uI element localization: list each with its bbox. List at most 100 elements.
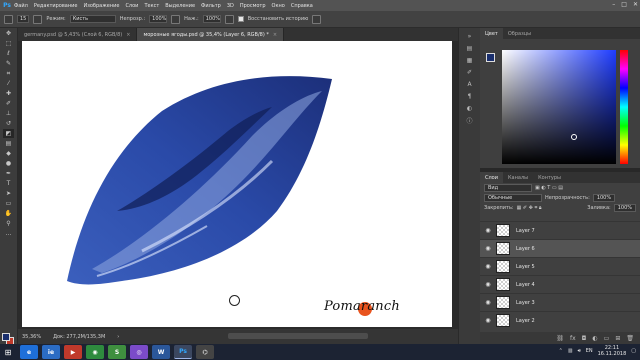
notifications-icon[interactable]: ▢: [631, 348, 636, 354]
hand-tool-icon[interactable]: ✋: [3, 209, 14, 218]
move-tool-icon[interactable]: ✥: [3, 29, 14, 38]
lock-icons[interactable]: ▦ ✐ ✥ ⌗ 🔒︎: [517, 205, 542, 211]
taskbar-ie-icon[interactable]: ie: [42, 345, 60, 359]
menu-3d[interactable]: 3D: [227, 3, 234, 9]
tab-germany[interactable]: germany.psd @ 5,43% (Слой 6, RGB/8) ×: [18, 28, 138, 41]
panel-foreground-swatch[interactable]: [486, 53, 495, 62]
brush-size-picker[interactable]: 15: [17, 15, 30, 23]
status-arrow[interactable]: ›: [117, 334, 119, 340]
taskbar-obs-icon[interactable]: ⌬: [196, 345, 214, 359]
mask-icon[interactable]: ◘: [582, 335, 587, 342]
menu-layers[interactable]: Слои: [125, 3, 138, 9]
taskbar-chrome-icon[interactable]: ◉: [86, 345, 104, 359]
brush-tool-icon[interactable]: ✐: [3, 99, 14, 108]
layer-row[interactable]: ◉ Layer 4: [480, 275, 640, 293]
character-icon[interactable]: A: [465, 80, 475, 88]
shape-tool-icon[interactable]: ▭: [3, 199, 14, 208]
crop-tool-icon[interactable]: ⌗: [3, 69, 14, 78]
taskbar-photoshop-icon[interactable]: Ps: [174, 345, 192, 359]
pen-tool-icon[interactable]: ✒: [3, 169, 14, 178]
eyedropper-tool-icon[interactable]: ⁄: [3, 79, 14, 88]
blend-mode-select[interactable]: Обычные: [484, 194, 542, 202]
paragraph-icon[interactable]: ¶: [465, 92, 475, 100]
mode-select[interactable]: Кисть: [69, 15, 116, 23]
taskbar-s-app-icon[interactable]: S: [108, 345, 126, 359]
menu-filter[interactable]: Фильтр: [201, 3, 221, 9]
menu-window[interactable]: Окно: [272, 3, 285, 9]
minimize-button[interactable]: –: [612, 1, 615, 8]
tab-paths[interactable]: Контуры: [533, 172, 566, 183]
stamp-tool-icon[interactable]: ⊥: [3, 109, 14, 118]
pressure-opacity-icon[interactable]: [171, 14, 181, 24]
horizontal-scrollbar[interactable]: [228, 333, 368, 339]
eye-icon[interactable]: ◉: [483, 245, 493, 252]
zoom-level[interactable]: 35,36%: [22, 334, 41, 340]
lasso-tool-icon[interactable]: ℓ: [3, 49, 14, 58]
opacity-field[interactable]: 100%: [149, 15, 168, 23]
adjustment-layer-icon[interactable]: ◐: [592, 335, 597, 342]
menu-file[interactable]: Файл: [14, 3, 28, 9]
new-layer-icon[interactable]: ⊞: [615, 335, 620, 342]
language-indicator[interactable]: EN: [586, 348, 593, 354]
type-tool-icon[interactable]: T: [3, 179, 14, 188]
eye-icon[interactable]: ◉: [483, 263, 493, 270]
document-canvas[interactable]: Pomaranch: [22, 41, 452, 327]
history-icon[interactable]: ▤: [465, 44, 475, 52]
menu-text[interactable]: Текст: [144, 3, 159, 9]
taskbar-viber-icon[interactable]: ◎: [130, 345, 148, 359]
dodge-tool-icon[interactable]: ●: [3, 159, 14, 168]
layer-row[interactable]: ◉ Layer 3: [480, 293, 640, 311]
link-layers-icon[interactable]: ⛓: [556, 335, 564, 342]
quick-select-tool-icon[interactable]: ✎: [3, 59, 14, 68]
taskbar-edge-icon[interactable]: e: [20, 345, 38, 359]
foreground-color-swatch[interactable]: [2, 333, 10, 341]
tab-frosty-berries[interactable]: морозные ягоды.psd @ 35,4% (Layer 6, RGB…: [137, 28, 285, 41]
start-button[interactable]: ⊞: [0, 344, 16, 360]
more-tools-icon[interactable]: …: [3, 229, 14, 238]
layer-row[interactable]: ◉ Layer 2: [480, 311, 640, 329]
close-icon[interactable]: ×: [273, 32, 277, 38]
layer-row[interactable]: ◉ Layer 6: [480, 239, 640, 257]
taskbar-word-icon[interactable]: W: [152, 345, 170, 359]
color-picker-handle[interactable]: [571, 134, 577, 140]
layer-row[interactable]: ◉ Layer 5: [480, 257, 640, 275]
marquee-tool-icon[interactable]: ⬚: [3, 39, 14, 48]
menu-edit[interactable]: Редактирование: [34, 3, 78, 9]
history-checkbox[interactable]: [237, 16, 244, 22]
tray-arrow-icon[interactable]: ⌃: [559, 348, 563, 354]
properties-icon[interactable]: ▦: [465, 56, 475, 64]
eye-icon[interactable]: ◉: [483, 299, 493, 306]
filter-icons[interactable]: ▣ ◐ T ▭ ▤: [535, 185, 563, 191]
brush-settings-icon[interactable]: ✐: [465, 68, 475, 76]
adjustments-icon[interactable]: ◐: [465, 104, 475, 112]
pressure-size-icon[interactable]: [312, 14, 322, 24]
eraser-tool-icon[interactable]: ◩: [3, 129, 14, 138]
kind-filter-select[interactable]: Вид: [484, 184, 532, 192]
brush-panel-icon[interactable]: [33, 14, 43, 24]
close-button[interactable]: ✕: [633, 1, 638, 8]
collapse-icon[interactable]: »: [465, 32, 475, 40]
color-field[interactable]: [502, 50, 616, 164]
info-icon[interactable]: ⓘ: [465, 116, 475, 125]
airbrush-icon[interactable]: [224, 14, 234, 24]
blur-tool-icon[interactable]: ◆: [3, 149, 14, 158]
pressure-field[interactable]: 100%: [202, 15, 221, 23]
menu-view[interactable]: Просмотр: [240, 3, 266, 9]
network-icon[interactable]: ▥: [568, 348, 573, 354]
menu-image[interactable]: Изображение: [83, 3, 119, 9]
fill-field[interactable]: 100%: [613, 204, 636, 212]
menu-select[interactable]: Выделение: [165, 3, 195, 9]
tab-color[interactable]: Цвет: [480, 28, 503, 39]
eye-icon[interactable]: ◉: [483, 281, 493, 288]
hue-slider[interactable]: [620, 50, 628, 164]
maximize-button[interactable]: □: [621, 1, 627, 8]
photoshop-logo[interactable]: Ps: [0, 0, 14, 11]
clock[interactable]: 22:11 16.11.2018: [598, 345, 627, 357]
eye-icon[interactable]: ◉: [483, 227, 493, 234]
fx-icon[interactable]: fx: [570, 335, 576, 342]
tab-layers[interactable]: Слои: [480, 172, 503, 183]
menu-help[interactable]: Справка: [291, 3, 313, 9]
tab-swatches[interactable]: Образцы: [503, 28, 536, 39]
taskbar-media-icon[interactable]: ▶: [64, 345, 82, 359]
healing-tool-icon[interactable]: ✚: [3, 89, 14, 98]
